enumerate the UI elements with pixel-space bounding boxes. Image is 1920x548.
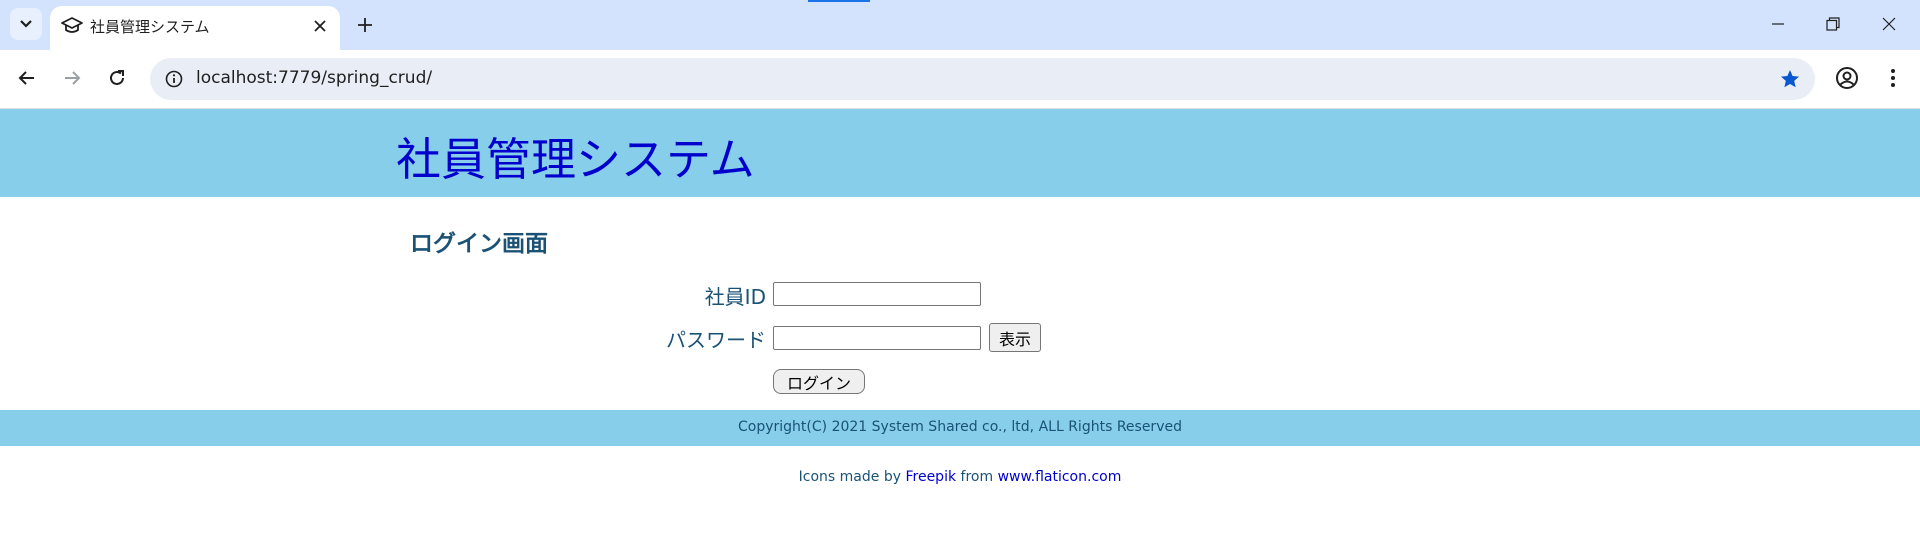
- app-title: 社員管理システム: [396, 133, 755, 186]
- browser-tab-active[interactable]: 社員管理システム: [50, 6, 340, 50]
- flaticon-link[interactable]: www.flaticon.com: [998, 469, 1122, 485]
- plus-icon: [358, 18, 372, 32]
- employee-id-input[interactable]: [773, 282, 981, 306]
- close-window-icon: [1882, 17, 1896, 31]
- star-icon[interactable]: [1777, 66, 1803, 92]
- browser-tab-strip: 社員管理システム: [0, 0, 1920, 50]
- close-icon[interactable]: [308, 14, 332, 38]
- minimize-button[interactable]: [1755, 6, 1801, 42]
- back-button[interactable]: [10, 61, 44, 95]
- tab-search-button[interactable]: [10, 8, 42, 40]
- address-bar[interactable]: localhost:7779/spring_crud/: [150, 58, 1815, 100]
- login-heading: ログイン画面: [410, 231, 548, 257]
- restore-button[interactable]: [1810, 6, 1856, 42]
- account-circle-icon: [1836, 67, 1858, 89]
- window-close-button[interactable]: [1866, 6, 1912, 42]
- app-footer: Copyright(C) 2021 System Shared co., ltd…: [0, 410, 1920, 446]
- freepik-link[interactable]: Freepik: [905, 469, 956, 485]
- credits-prefix: Icons made by: [798, 469, 902, 485]
- restore-icon: [1826, 17, 1840, 31]
- profile-button[interactable]: [1830, 61, 1864, 95]
- icon-credits: Icons made by Freepik from www.flaticon.…: [0, 469, 1920, 485]
- chevron-down-icon: [20, 20, 32, 28]
- employee-id-label: 社員ID: [704, 285, 766, 309]
- reload-icon: [110, 70, 124, 85]
- info-icon[interactable]: [162, 67, 186, 91]
- url-text[interactable]: localhost:7779/spring_crud/: [196, 68, 432, 88]
- browser-toolbar: localhost:7779/spring_crud/: [0, 50, 1920, 109]
- graduation-cap-icon: [60, 14, 84, 38]
- copyright-text: Copyright(C) 2021 System Shared co., ltd…: [738, 419, 1182, 435]
- credits-middle: from: [960, 469, 994, 485]
- reload-button[interactable]: [100, 61, 134, 95]
- tab-title: 社員管理システム: [90, 18, 210, 36]
- arrow-left-icon: [18, 71, 34, 85]
- forward-button[interactable]: [55, 61, 89, 95]
- show-password-button[interactable]: 表示: [989, 323, 1041, 352]
- login-button[interactable]: ログイン: [773, 369, 865, 394]
- password-input[interactable]: [773, 326, 981, 350]
- password-label: パスワード: [666, 328, 766, 352]
- tab-strip-indicator: [808, 0, 870, 2]
- app-header: 社員管理システム: [0, 109, 1920, 197]
- menu-button[interactable]: [1876, 61, 1910, 95]
- minimize-icon: [1772, 23, 1784, 25]
- more-vertical-icon: [1891, 69, 1895, 87]
- arrow-right-icon: [65, 71, 81, 85]
- new-tab-button[interactable]: [350, 10, 380, 40]
